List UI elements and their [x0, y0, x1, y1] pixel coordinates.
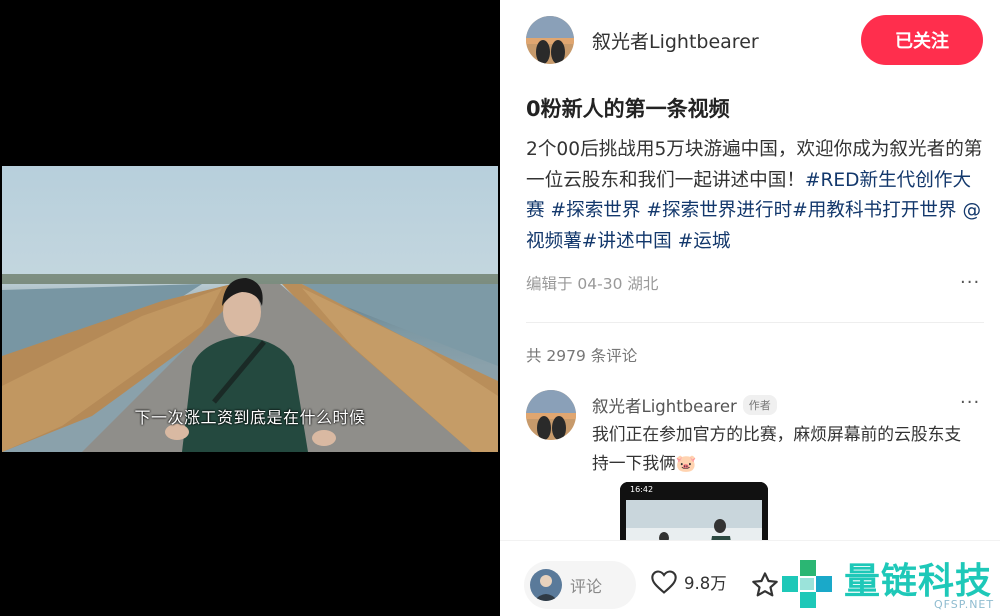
watermark-url: QFSP.NET	[934, 598, 995, 611]
star-icon	[752, 572, 778, 597]
note-description: 2个00后挑战用5万块游遍中国，欢迎你成为叙光者的第一位云股东和我们一起讲述中国…	[526, 135, 986, 257]
comment-more-icon[interactable]: ···	[960, 392, 980, 413]
follow-button[interactable]: 已关注	[861, 15, 983, 65]
note-detail-panel: 叙光者Lightbearer 已关注 0粉新人的第一条视频 2个00后挑战用5万…	[500, 0, 1000, 616]
user-avatar	[530, 569, 562, 601]
author-name[interactable]: 叙光者Lightbearer	[592, 27, 759, 54]
note-title: 0粉新人的第一条视频	[526, 97, 730, 121]
video-subtitle: 下一次涨工资到底是在什么时候	[134, 408, 366, 427]
heart-icon	[651, 570, 677, 594]
comment-image-time: 16:42	[630, 485, 654, 494]
watermark-name: 量链科技	[844, 561, 993, 602]
like-count: 9.8万	[684, 574, 727, 593]
tag-link[interactable]: #讲述中国	[582, 231, 672, 252]
comment-input[interactable]: 评论	[524, 561, 636, 609]
note-meta: 编辑于 04-30 湖北	[526, 275, 659, 293]
comment-placeholder: 评论	[570, 577, 603, 596]
commenter-avatar[interactable]	[526, 390, 576, 440]
commenter-name[interactable]: 叙光者Lightbearer	[592, 393, 737, 417]
like-button[interactable]: 9.8万	[650, 569, 727, 595]
video-player[interactable]: 下一次涨工资到底是在什么时候	[0, 0, 500, 616]
collect-button[interactable]	[750, 571, 780, 603]
divider	[526, 322, 984, 323]
author-row[interactable]: 叙光者Lightbearer	[526, 16, 759, 64]
author-avatar[interactable]	[526, 16, 574, 64]
tag-link[interactable]: #运城	[678, 231, 731, 252]
tag-link[interactable]: #探索世界	[551, 200, 641, 221]
comment-text: 我们正在参加官方的比赛，麻烦屏幕前的云股东支持一下我俩🐷	[592, 424, 962, 473]
watermark-logo-icon	[782, 560, 832, 608]
tag-link[interactable]: #探索世界进行时	[646, 200, 792, 221]
note-more-icon[interactable]: ···	[960, 272, 980, 293]
comment-count: 共 2979 条评论	[526, 347, 638, 365]
author-badge: 作者	[742, 395, 777, 415]
commenter-name-row: 叙光者Lightbearer 作者	[592, 393, 777, 417]
watermark: 量链科技 QFSP.NET	[780, 552, 1000, 616]
tag-link[interactable]: #用教科书打开世界	[792, 200, 956, 221]
video-frame[interactable]: 下一次涨工资到底是在什么时候	[2, 166, 498, 452]
